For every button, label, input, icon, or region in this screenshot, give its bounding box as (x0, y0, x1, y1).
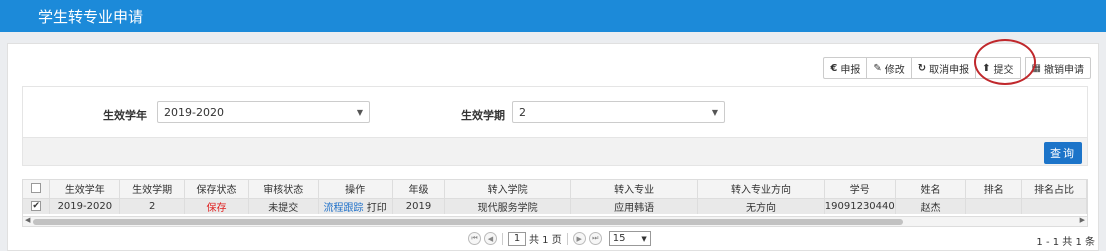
declare-button-label: 申报 (840, 64, 861, 76)
term-select[interactable]: 2 ▼ (512, 101, 725, 123)
col-header-major[interactable]: 转入专业 (570, 180, 699, 199)
main-panel: € 申报 ✎ 修改 ↻ 取消申报 ⬆ 提交 ▦ 撤销申请 生效学年 2019-2… (7, 39, 1099, 251)
cell-operation: 流程跟踪 打印 (318, 198, 393, 214)
col-header-direction[interactable]: 转入专业方向 (697, 180, 825, 199)
cell-college: 现代服务学院 (444, 198, 571, 214)
refresh-icon: ↻ (917, 62, 927, 74)
app-header: 学生转专业申请 (0, 0, 1106, 32)
cell-name: 赵杰 (895, 198, 967, 214)
year-select[interactable]: 2019-2020 ▼ (157, 101, 370, 123)
cell-year: 2019-2020 (49, 198, 121, 214)
first-page-icon[interactable]: ⏮ (468, 232, 481, 245)
table-header-row: 生效学年 生效学期 保存状态 审核状态 操作 年级 转入学院 转入专业 转入专业… (23, 180, 1087, 199)
last-page-icon[interactable]: ⏭ (588, 232, 602, 245)
scrollbar-thumb[interactable] (33, 219, 903, 225)
col-header-year[interactable]: 生效学年 (49, 180, 121, 199)
query-button[interactable]: 查询 (1044, 142, 1082, 164)
print-link[interactable]: 打印 (367, 203, 387, 214)
euro-icon: € (830, 62, 838, 74)
col-header-audit-status[interactable]: 审核状态 (248, 180, 319, 199)
action-toolbar: € 申报 ✎ 修改 ↻ 取消申报 ⬆ 提交 ▦ 撤销申请 (823, 57, 1091, 79)
cell-student-id: 19091230440 (824, 198, 896, 214)
cell-major: 应用韩语 (570, 198, 699, 214)
col-header-student-id[interactable]: 学号 (824, 180, 896, 199)
col-header-term[interactable]: 生效学期 (119, 180, 186, 199)
col-header-college[interactable]: 转入学院 (444, 180, 571, 199)
cell-term: 2 (119, 198, 186, 214)
col-header-rank-ratio[interactable]: 排名占比 (1021, 180, 1087, 199)
pager-divider (502, 232, 503, 245)
check-icon: ✔ (31, 200, 42, 211)
cell-direction: 无方向 (697, 198, 825, 214)
cancel-declare-button[interactable]: ↻ 取消申报 (910, 57, 977, 79)
chevron-down-icon: ▼ (711, 107, 718, 117)
year-label: 生效学年 (103, 109, 147, 122)
data-grid: 生效学年 生效学期 保存状态 审核状态 操作 年级 转入学院 转入专业 转入专业… (22, 179, 1088, 227)
col-header-rank[interactable]: 排名 (965, 180, 1023, 199)
page-title: 学生转专业申请 (38, 8, 144, 26)
select-all-checkbox[interactable] (23, 180, 51, 199)
col-header-grade[interactable]: 年级 (392, 180, 446, 199)
col-header-save-status[interactable]: 保存状态 (184, 180, 249, 199)
withdraw-button[interactable]: ▦ 撤销申请 (1024, 57, 1091, 79)
edit-icon: ✎ (873, 62, 882, 74)
submit-button-label: 提交 (993, 64, 1014, 76)
page-number-input[interactable]: 1 (508, 231, 526, 246)
cell-save-status: 保存 (184, 198, 249, 214)
year-select-value: 2019-2020 (164, 105, 224, 119)
list-icon: ▦ (1031, 62, 1041, 74)
submit-button[interactable]: ⬆ 提交 (975, 57, 1021, 79)
col-header-operation[interactable]: 操作 (318, 180, 393, 199)
flow-track-link[interactable]: 流程跟踪 (324, 203, 364, 214)
chevron-down-icon: ▼ (641, 234, 647, 243)
next-page-icon[interactable]: ▶ (572, 232, 586, 245)
prev-page-icon[interactable]: ◀ (484, 232, 497, 245)
results-table: 生效学年 生效学期 保存状态 审核状态 操作 年级 转入学院 转入专业 转入专业… (23, 180, 1087, 214)
chevron-down-icon: ▼ (356, 107, 363, 117)
scroll-right-icon[interactable]: ▶ (1080, 216, 1085, 224)
pagination: ⏮ ◀ 1 共 1 页 ▶ ⏭ 15 ▼ (468, 231, 651, 246)
scroll-left-icon[interactable]: ◀ (25, 216, 30, 224)
query-bar: 查询 (22, 138, 1088, 166)
withdraw-button-label: 撤销申请 (1044, 64, 1084, 76)
total-pages-text: 共 1 页 (529, 235, 562, 246)
pager-divider (566, 232, 568, 245)
cell-grade: 2019 (392, 198, 446, 214)
page-size-value: 15 (612, 233, 626, 244)
modify-button[interactable]: ✎ 修改 (866, 57, 912, 79)
page-size-select[interactable]: 15 ▼ (608, 231, 651, 246)
table-row[interactable]: ✔ 2019-2020 2 保存 未提交 流程跟踪 打印 2019 现代服务学院… (23, 198, 1087, 214)
record-count: 1 - 1 共 1 条 (1036, 237, 1095, 248)
horizontal-scrollbar[interactable]: ◀ ▶ (23, 216, 1087, 226)
term-label: 生效学期 (461, 109, 505, 122)
row-checkbox[interactable]: ✔ (23, 198, 51, 214)
term-select-value: 2 (519, 105, 526, 119)
upload-icon: ⬆ (982, 62, 991, 74)
declare-button[interactable]: € 申报 (823, 57, 868, 79)
modify-button-label: 修改 (884, 64, 905, 76)
cell-rank-ratio (1021, 198, 1087, 214)
cell-rank (965, 198, 1023, 214)
col-header-name[interactable]: 姓名 (895, 180, 967, 199)
filter-form: 生效学年 2019-2020 ▼ 生效学期 2 ▼ (22, 86, 1088, 138)
cell-audit-status: 未提交 (248, 198, 319, 214)
cancel-declare-button-label: 取消申报 (929, 64, 970, 76)
